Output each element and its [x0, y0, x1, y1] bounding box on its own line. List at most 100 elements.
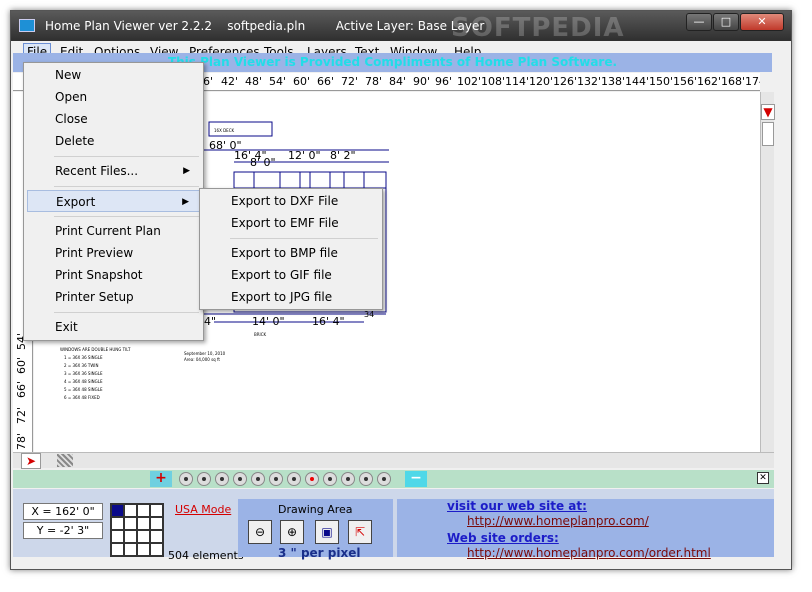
scroll-left-red-arrow-icon[interactable]: ➤	[21, 453, 41, 469]
menu-item-export-gif[interactable]: Export to GIF file	[203, 264, 379, 286]
order-link[interactable]: http://www.homeplanpro.com/order.html	[467, 546, 711, 560]
grid-cell[interactable]	[137, 504, 150, 517]
ruler-tick: 60'	[293, 75, 311, 88]
grid-cell[interactable]	[150, 517, 163, 530]
menu-item-open[interactable]: Open	[27, 86, 200, 108]
recent-files-label: Recent Files...	[55, 164, 139, 178]
menu-separator	[230, 238, 378, 239]
window-symbol	[309, 171, 331, 189]
menu-item-export-jpg[interactable]: Export to JPG file	[203, 286, 379, 308]
grid-cell[interactable]	[137, 530, 150, 543]
homepage-link[interactable]: http://www.homeplanpro.com/	[467, 514, 649, 528]
element-count: 504 elements	[168, 549, 244, 562]
scroll-up-red-arrow-icon[interactable]: ▼	[761, 104, 775, 120]
ruler-tick: 138'	[601, 75, 626, 88]
menu-item-print-preview[interactable]: Print Preview	[27, 242, 200, 264]
brick-label: BRICK	[254, 332, 266, 337]
grid-cell[interactable]	[137, 543, 150, 556]
grid-cell[interactable]	[124, 543, 137, 556]
ruler-tick: 102'	[457, 75, 482, 88]
grid-cell[interactable]	[150, 504, 163, 517]
page-dot[interactable]	[251, 472, 265, 486]
menu-item-print-snapshot[interactable]: Print Snapshot	[27, 264, 200, 286]
menu-item-new[interactable]: New	[27, 64, 200, 86]
grid-cell[interactable]	[111, 504, 124, 517]
add-page-button[interactable]: +	[150, 471, 172, 487]
page-dot[interactable]	[341, 472, 355, 486]
maximize-button[interactable]: □	[713, 13, 739, 31]
usa-mode-link[interactable]: USA Mode	[175, 503, 231, 516]
zoom-in-icon[interactable]: ⊕	[280, 520, 304, 544]
menu-item-printer-setup[interactable]: Printer Setup	[27, 286, 200, 308]
ruler-tick: 168'	[721, 75, 746, 88]
remove-page-button[interactable]: −	[405, 471, 427, 487]
ruler-tick: 132'	[577, 75, 602, 88]
ruler-tick: 162'	[697, 75, 722, 88]
export-label: Export	[56, 195, 96, 209]
menu-separator	[54, 312, 199, 313]
drawing-area-label: Drawing Area	[278, 503, 353, 516]
window-title: Home Plan Viewer ver 2.2.2 softpedia.pln…	[45, 19, 485, 33]
date-label: September 10, 2010	[184, 351, 226, 356]
close-small-icon[interactable]: ✕	[757, 472, 769, 484]
menu-item-export-dxf[interactable]: Export to DXF File	[203, 190, 379, 212]
close-button[interactable]: ✕	[740, 13, 784, 31]
grid-cell[interactable]	[124, 517, 137, 530]
menu-separator	[54, 216, 199, 217]
menu-item-close[interactable]: Close	[27, 108, 200, 130]
page-dot[interactable]	[197, 472, 211, 486]
menu-item-export-bmp[interactable]: Export to BMP file	[203, 242, 379, 264]
page-dot[interactable]	[233, 472, 247, 486]
page-dot[interactable]	[359, 472, 373, 486]
grid-cell[interactable]	[150, 530, 163, 543]
scroll-thumb[interactable]	[57, 454, 73, 467]
grid-cell[interactable]	[150, 543, 163, 556]
window-spec: 6 = 36X 48 FIXED	[64, 395, 100, 400]
page-dot[interactable]	[215, 472, 229, 486]
vertical-scrollbar[interactable]: ▼	[760, 92, 775, 462]
ruler-tick: 156'	[673, 75, 698, 88]
layer-grid[interactable]	[110, 503, 164, 557]
horizontal-scrollbar[interactable]: ➤	[13, 452, 774, 469]
submenu-arrow-icon: ▶	[183, 166, 190, 176]
drawing-area-panel: Drawing Area ⊖ ⊕ ▣ ⇱ 3 " per pixel	[238, 499, 393, 560]
softpedia-watermark: SOFTPEDIA	[451, 13, 625, 43]
grid-cell[interactable]	[111, 543, 124, 556]
grid-cell[interactable]	[111, 530, 124, 543]
page-dot[interactable]	[377, 472, 391, 486]
ruler-tick: 144'	[625, 75, 650, 88]
window-symbol	[279, 171, 301, 189]
page-dot[interactable]	[179, 472, 193, 486]
scale-readout: 3 " per pixel	[278, 546, 361, 560]
window-symbol	[233, 171, 255, 189]
scroll-thumb[interactable]	[762, 122, 774, 146]
ruler-tick: 96'	[435, 75, 453, 88]
page-dot-active[interactable]	[305, 472, 319, 486]
menu-item-export[interactable]: Export ▶	[27, 190, 200, 212]
page-dot[interactable]	[287, 472, 301, 486]
grid-cell[interactable]	[124, 530, 137, 543]
ruler-tick: 114'	[505, 75, 530, 88]
menu-separator	[54, 156, 199, 157]
visit-site-heading: visit our web site at:	[447, 499, 587, 513]
menu-item-exit[interactable]: Exit	[27, 316, 200, 338]
menu-item-delete[interactable]: Delete	[27, 130, 200, 152]
grid-cell[interactable]	[111, 517, 124, 530]
pan-arrow-icon[interactable]: ⇱	[348, 520, 372, 544]
page-dot[interactable]	[323, 472, 337, 486]
ruler-tick: 150'	[649, 75, 674, 88]
minimize-button[interactable]: —	[686, 13, 712, 31]
zoom-out-icon[interactable]: ⊖	[248, 520, 272, 544]
menu-item-print-current-plan[interactable]: Print Current Plan	[27, 220, 200, 242]
grid-cell[interactable]	[124, 504, 137, 517]
ruler-tick: 174'	[745, 75, 760, 88]
submenu-arrow-icon: ▶	[182, 197, 189, 207]
x-coordinate: X = 162' 0"	[23, 503, 103, 520]
grid-cell[interactable]	[137, 517, 150, 530]
fit-view-icon[interactable]: ▣	[315, 520, 339, 544]
area-label: Area: 04,000 sq ft	[184, 357, 220, 362]
ruler-tick: 120'	[529, 75, 554, 88]
page-dot[interactable]	[269, 472, 283, 486]
menu-item-recent-files[interactable]: Recent Files... ▶	[27, 160, 200, 182]
menu-item-export-emf[interactable]: Export to EMF File	[203, 212, 379, 234]
